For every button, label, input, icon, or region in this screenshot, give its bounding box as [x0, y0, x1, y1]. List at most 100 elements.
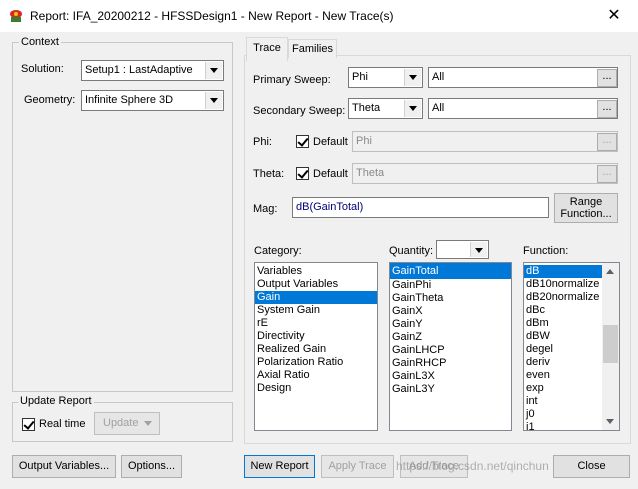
update-report-legend: Update Report: [18, 395, 94, 407]
range-function-label-line1: Range: [569, 196, 603, 208]
quantity-label: Quantity:: [389, 245, 434, 257]
output-variables-button[interactable]: Output Variables...: [12, 455, 116, 478]
geometry-label: Geometry:: [24, 94, 76, 106]
context-legend: Context: [19, 36, 61, 48]
quantity-list-item[interactable]: GainPhi: [390, 279, 511, 292]
quantity-list-item[interactable]: GainTheta: [390, 292, 511, 305]
options-button[interactable]: Options...: [121, 455, 182, 478]
quantity-list[interactable]: GainTotal GainPhi GainTheta GainX GainY GainZ…: [389, 262, 512, 431]
quantity-list-item[interactable]: GainL3Y: [390, 383, 511, 396]
quantity-list-item[interactable]: GainL3X: [390, 370, 511, 383]
range-function-label-line2: Function...: [560, 208, 612, 220]
category-list-item[interactable]: System Gain: [255, 304, 377, 317]
function-list-item[interactable]: dB20normalize: [524, 291, 602, 304]
theta-default-checkbox[interactable]: [296, 167, 309, 180]
tab-trace[interactable]: Trace: [246, 37, 288, 61]
theta-default-label: Default: [313, 168, 348, 180]
primary-sweep-edit-button[interactable]: ...: [597, 69, 617, 87]
scroll-down-icon[interactable]: [602, 413, 619, 430]
secondary-sweep-edit-button[interactable]: ...: [597, 100, 617, 118]
function-list-item[interactable]: dBW: [524, 330, 602, 343]
update-button[interactable]: Update: [94, 412, 160, 435]
quantity-filter-select[interactable]: [436, 240, 489, 259]
quantity-list-item[interactable]: GainY: [390, 318, 511, 331]
category-list-item[interactable]: rE: [255, 317, 377, 330]
quantity-list-item[interactable]: GainX: [390, 305, 511, 318]
mag-expression-field[interactable]: dB(GainTotal): [292, 197, 549, 218]
close-window-icon[interactable]: ✕: [604, 6, 624, 26]
function-list-item[interactable]: j1: [524, 421, 602, 430]
geometry-select[interactable]: Infinite Sphere 3D: [81, 90, 224, 111]
function-label: Function:: [523, 245, 569, 257]
quantity-list-item[interactable]: GainZ: [390, 331, 511, 344]
chevron-down-icon[interactable]: [404, 100, 421, 117]
real-time-label: Real time: [39, 418, 86, 430]
apply-trace-button[interactable]: Apply Trace: [321, 455, 394, 478]
watermark-text: https://blog.csdn.net/qinchun: [396, 459, 549, 473]
function-list-item[interactable]: even: [524, 369, 602, 382]
category-list-item[interactable]: Design: [255, 382, 377, 395]
function-list-item[interactable]: j0: [524, 408, 602, 421]
phi-label: Phi:: [253, 136, 272, 148]
geometry-value: Infinite Sphere 3D: [85, 94, 174, 106]
primary-sweep-range-field[interactable]: All: [428, 67, 618, 88]
solution-select[interactable]: Setup1 : LastAdaptive: [81, 60, 224, 81]
secondary-sweep-range-field[interactable]: All: [428, 98, 618, 119]
secondary-sweep-select[interactable]: Theta: [348, 98, 423, 119]
chevron-down-icon[interactable]: [470, 242, 487, 257]
quantity-list-item[interactable]: GainRHCP: [390, 357, 511, 370]
category-list[interactable]: Variables Output Variables Gain System Gain…: [254, 262, 378, 431]
function-list-item[interactable]: int: [524, 395, 602, 408]
category-list-item[interactable]: Gain: [255, 291, 377, 304]
category-list-item[interactable]: Variables: [255, 265, 377, 278]
phi-value-field[interactable]: Phi: [352, 131, 618, 152]
chevron-down-icon: [144, 421, 152, 426]
solution-value: Setup1 : LastAdaptive: [85, 64, 193, 76]
secondary-sweep-range-value: All: [432, 102, 445, 114]
mag-expression-value: dB(GainTotal): [296, 201, 364, 213]
real-time-checkbox[interactable]: [22, 418, 35, 431]
category-list-item[interactable]: Directivity: [255, 330, 377, 343]
phi-default-checkbox[interactable]: [296, 135, 309, 148]
function-list-scrollbar[interactable]: [602, 263, 619, 430]
function-list-item[interactable]: dB: [524, 265, 602, 278]
primary-sweep-value: Phi: [352, 71, 368, 83]
function-list-item[interactable]: degel: [524, 343, 602, 356]
chevron-down-icon[interactable]: [205, 92, 222, 109]
quantity-list-item[interactable]: GainTotal: [390, 263, 511, 279]
chevron-down-icon[interactable]: [205, 62, 222, 79]
function-list[interactable]: dB dB10normalize dB20normalize dBc dBm dBW deg…: [523, 262, 620, 431]
app-icon: [8, 8, 24, 24]
primary-sweep-select[interactable]: Phi: [348, 67, 423, 88]
category-list-item[interactable]: Output Variables: [255, 278, 377, 291]
theta-value-field[interactable]: Theta: [352, 163, 618, 184]
function-list-item[interactable]: dB10normalize: [524, 278, 602, 291]
scroll-up-icon[interactable]: [602, 263, 619, 280]
close-button[interactable]: Close: [553, 455, 630, 478]
tab-families[interactable]: Families: [288, 39, 337, 58]
category-list-item[interactable]: Axial Ratio: [255, 369, 377, 382]
new-report-button[interactable]: New Report: [244, 455, 315, 478]
function-list-item[interactable]: dBc: [524, 304, 602, 317]
function-list-item[interactable]: exp: [524, 382, 602, 395]
category-list-item[interactable]: Realized Gain: [255, 343, 377, 356]
scroll-thumb[interactable]: [603, 325, 618, 363]
quantity-list-item[interactable]: GainLHCP: [390, 344, 511, 357]
theta-edit-button[interactable]: ...: [597, 165, 617, 183]
mag-label: Mag:: [253, 203, 278, 215]
range-function-button[interactable]: Range Function...: [554, 193, 618, 223]
secondary-sweep-value: Theta: [352, 102, 381, 114]
secondary-sweep-label: Secondary Sweep:: [253, 105, 346, 117]
theta-value: Theta: [356, 167, 385, 179]
chevron-down-icon[interactable]: [404, 69, 421, 86]
update-button-label: Update: [103, 417, 139, 429]
window-title: Report: IFA_20200212 - HFSSDesign1 - New…: [30, 9, 394, 23]
function-list-item[interactable]: deriv: [524, 356, 602, 369]
category-list-item[interactable]: Polarization Ratio: [255, 356, 377, 369]
phi-default-label: Default: [313, 136, 348, 148]
primary-sweep-range-value: All: [432, 71, 445, 83]
theta-label: Theta:: [253, 168, 285, 180]
solution-label: Solution:: [21, 63, 64, 75]
phi-edit-button[interactable]: ...: [597, 133, 617, 151]
function-list-item[interactable]: dBm: [524, 317, 602, 330]
